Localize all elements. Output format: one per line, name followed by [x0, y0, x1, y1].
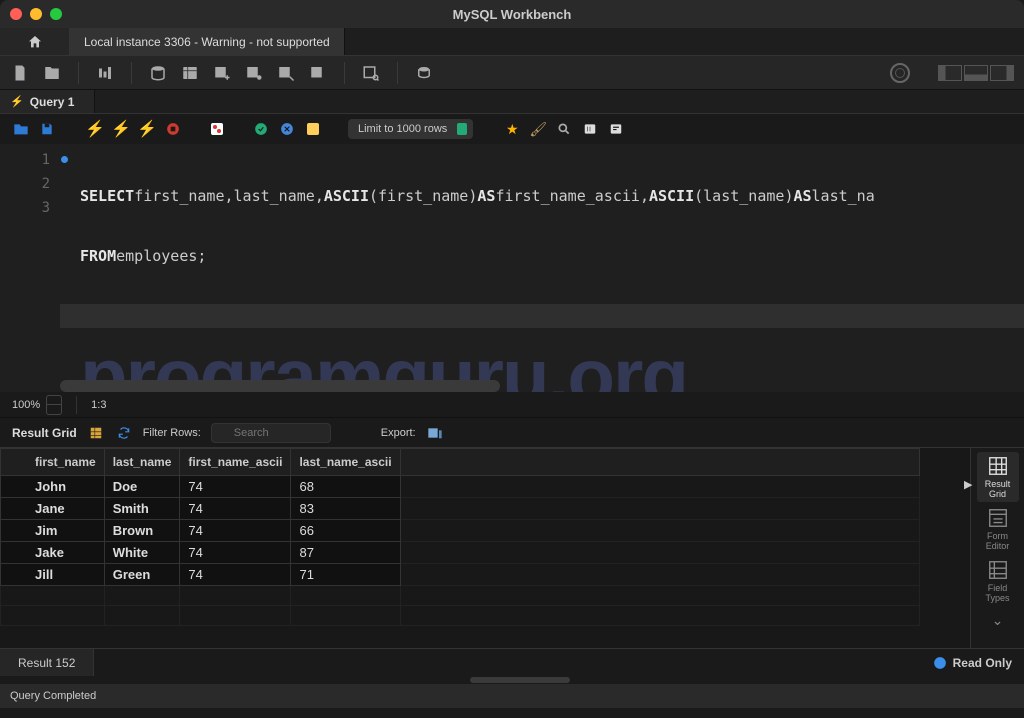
readonly-label: Read Only	[953, 656, 1012, 670]
zoom-level: 100%	[12, 399, 40, 411]
filter-rows-input[interactable]	[211, 423, 331, 443]
rollback-icon[interactable]	[278, 120, 296, 138]
table-plus-icon[interactable]	[212, 63, 232, 83]
row-limit-dropdown[interactable]: Limit to 1000 rows	[348, 119, 473, 139]
new-sql-file-icon[interactable]	[10, 63, 30, 83]
proc-add-icon[interactable]	[276, 63, 296, 83]
row-limit-label: Limit to 1000 rows	[358, 123, 447, 135]
column-header[interactable]: last_name_ascii	[291, 449, 400, 476]
open-sql-file-icon[interactable]	[42, 63, 62, 83]
sql-editor[interactable]: 1 2 3 SELECT first_name, last_name, ASCI…	[0, 144, 1024, 392]
column-header[interactable]: last_name	[104, 449, 180, 476]
toggle-whitespace-icon[interactable]	[304, 120, 322, 138]
chevron-down-icon[interactable]: ⌄	[992, 612, 1004, 629]
open-file-icon[interactable]	[12, 120, 30, 138]
status-bar: Query Completed	[0, 684, 1024, 708]
side-tab-field-types[interactable]: Field Types	[977, 556, 1019, 606]
execute-icon[interactable]: ⚡	[86, 120, 104, 138]
toggle-output-button[interactable]	[964, 65, 988, 81]
result-tabs: Result 152 Read Only	[0, 648, 1024, 676]
commit-icon[interactable]	[252, 120, 270, 138]
home-tab[interactable]	[0, 28, 70, 55]
column-headers: first_name last_name first_name_ascii la…	[1, 449, 920, 476]
find-icon[interactable]: 🖌	[529, 120, 547, 138]
filter-input-wrap	[211, 423, 331, 443]
bottom-scrollbar[interactable]	[0, 676, 1024, 684]
result-grid-label: Result Grid	[12, 426, 77, 440]
func-add-icon[interactable]	[308, 63, 328, 83]
explain-icon[interactable]: ⚡	[138, 120, 156, 138]
result-tab-label: Result 152	[18, 656, 75, 670]
query-tab-label: Query 1	[30, 95, 75, 109]
inspector-icon[interactable]	[95, 63, 115, 83]
table-row[interactable]: JillGreen7471	[1, 564, 920, 586]
table-row-empty	[1, 586, 920, 606]
side-tab-form-editor[interactable]: Form Editor	[977, 504, 1019, 554]
gear-icon[interactable]	[890, 63, 910, 83]
reconnect-icon[interactable]	[414, 63, 434, 83]
readonly-icon	[933, 656, 947, 670]
query-tab[interactable]: ⚡ Query 1	[0, 90, 95, 113]
home-icon	[27, 34, 43, 50]
app-title: MySQL Workbench	[0, 7, 1024, 22]
main-toolbar	[0, 56, 1024, 90]
result-grid[interactable]: first_name last_name first_name_ascii la…	[0, 448, 970, 648]
word-wrap-icon[interactable]	[607, 120, 625, 138]
column-header-blank	[400, 449, 919, 476]
refresh-icon[interactable]	[115, 424, 133, 442]
titlebar: MySQL Workbench	[0, 0, 1024, 28]
line-number-gutter: 1 2 3	[0, 144, 60, 392]
execute-current-icon[interactable]: ⚡	[112, 120, 130, 138]
toggle-secondary-button[interactable]	[990, 65, 1014, 81]
stop-icon[interactable]	[164, 120, 182, 138]
table-add-icon[interactable]	[180, 63, 200, 83]
side-tabs: Result Grid Form Editor Field Types ⌄	[970, 448, 1024, 648]
invisible-chars-icon[interactable]	[581, 120, 599, 138]
grid-view-icon[interactable]	[87, 424, 105, 442]
export-label: Export:	[381, 427, 416, 439]
toggle-autocommit-icon[interactable]	[208, 120, 226, 138]
sql-body[interactable]: SELECT first_name, last_name, ASCII(firs…	[60, 144, 1024, 392]
cursor-position: 1:3	[91, 399, 106, 411]
toggle-sidebar-button[interactable]	[938, 65, 962, 81]
db-add-icon[interactable]	[148, 63, 168, 83]
connection-tabstrip: Local instance 3306 - Warning - not supp…	[0, 28, 1024, 56]
result-toolbar: Result Grid Filter Rows: Export:	[0, 418, 1024, 448]
readonly-indicator: Read Only	[933, 649, 1012, 676]
query-tabstrip: ⚡ Query 1	[0, 90, 1024, 114]
bolt-icon: ⚡	[10, 95, 24, 108]
result-tab[interactable]: Result 152	[0, 649, 94, 676]
view-add-icon[interactable]	[244, 63, 264, 83]
search-icon[interactable]	[555, 120, 573, 138]
table-row[interactable]: JakeWhite7487	[1, 542, 920, 564]
save-file-icon[interactable]	[38, 120, 56, 138]
export-icon[interactable]	[426, 424, 444, 442]
grid-icon	[987, 455, 1009, 477]
grid-area: first_name last_name first_name_ascii la…	[0, 448, 1024, 648]
chevron-right-icon[interactable]: ▶	[964, 478, 972, 491]
side-tab-result-grid[interactable]: Result Grid	[977, 452, 1019, 502]
field-types-icon	[987, 559, 1009, 581]
column-header[interactable]: first_name	[1, 449, 105, 476]
panel-toggles	[938, 65, 1014, 81]
connection-tab[interactable]: Local instance 3306 - Warning - not supp…	[70, 28, 345, 55]
stepper-icon[interactable]	[46, 395, 62, 415]
filter-rows-label: Filter Rows:	[143, 427, 201, 439]
table-row[interactable]: JohnDoe7468	[1, 476, 920, 498]
form-icon	[987, 507, 1009, 529]
search-table-icon[interactable]	[361, 63, 381, 83]
table-row[interactable]: JaneSmith7483	[1, 498, 920, 520]
table-row-empty	[1, 606, 920, 626]
table-row[interactable]: JimBrown7466	[1, 520, 920, 542]
beautify-icon[interactable]: ★	[503, 120, 521, 138]
editor-toolbar: ⚡ ⚡ ⚡ Limit to 1000 rows ★ 🖌	[0, 114, 1024, 144]
connection-tab-label: Local instance 3306 - Warning - not supp…	[84, 35, 330, 49]
editor-scrollbar[interactable]	[60, 380, 500, 392]
zoom-stepper[interactable]: 100%	[12, 395, 62, 415]
status-text: Query Completed	[10, 690, 96, 702]
editor-status-bar: 100% 1:3	[0, 392, 1024, 418]
column-header[interactable]: first_name_ascii	[180, 449, 291, 476]
